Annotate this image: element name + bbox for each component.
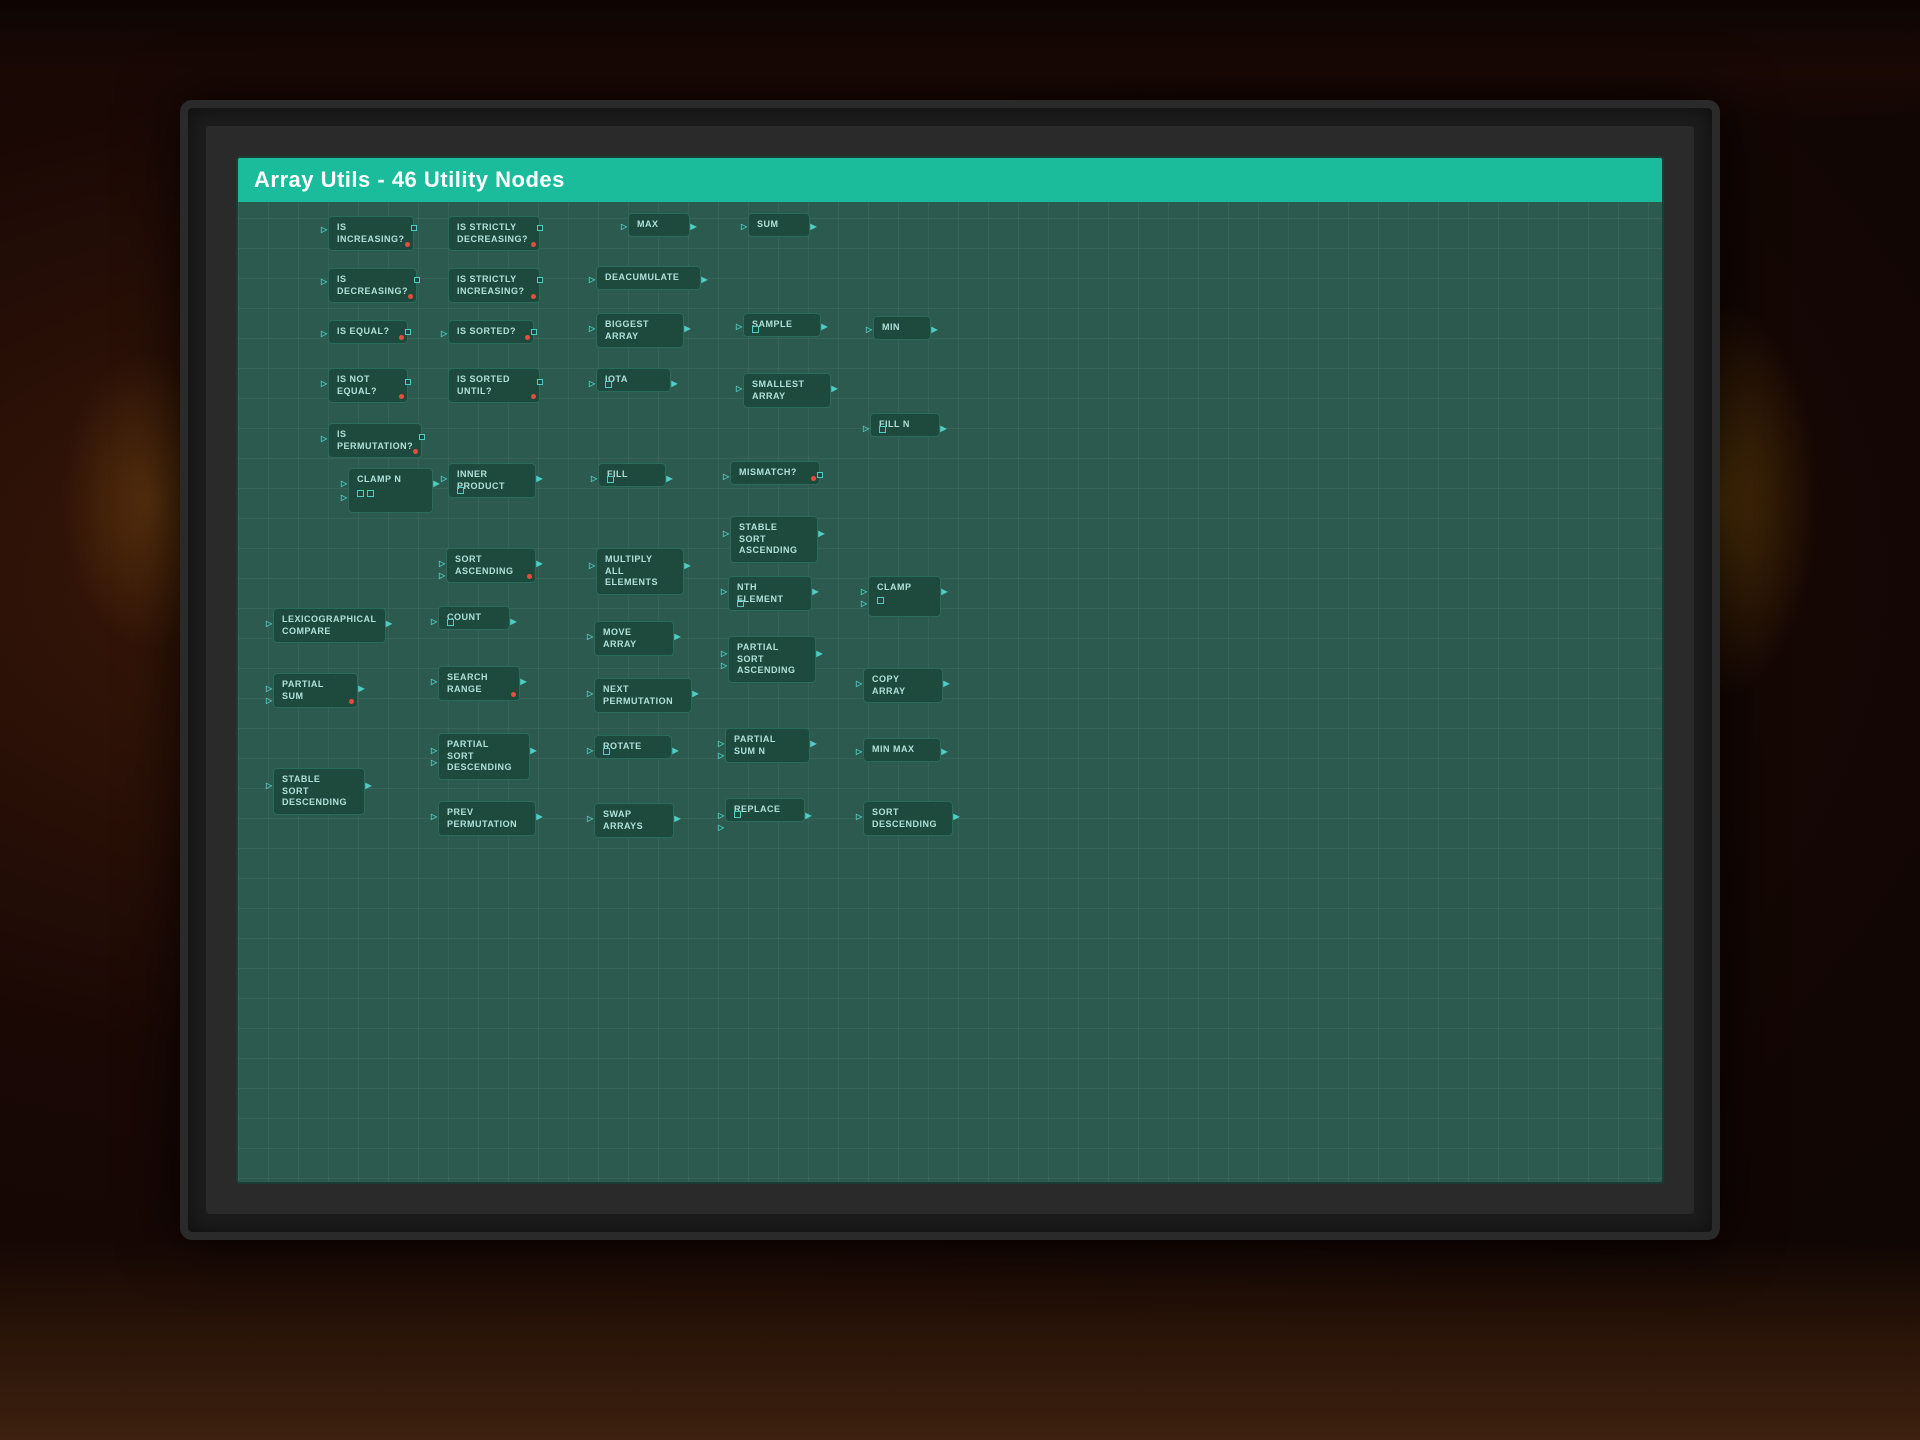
node-next-permutation[interactable]: ▷ NEXTPERMUTATION ▶ [594, 678, 692, 713]
node-copy-array[interactable]: ▷ COPYARRAY ▶ [863, 668, 943, 703]
node-clamp-n[interactable]: ▷ ▷ CLAMP N ▶ [348, 468, 433, 513]
node-sample[interactable]: ▷ SAMPLE ▶ [743, 313, 821, 337]
screen: Array Utils - 46 Utility Nodes ▷ ISINCRE… [206, 126, 1694, 1214]
monitor-frame: Array Utils - 46 Utility Nodes ▷ ISINCRE… [180, 100, 1720, 1240]
node-is-strictly-increasing[interactable]: IS STRICTLYINCREASING? [448, 268, 540, 303]
node-stable-sort-descending[interactable]: ▷ STABLESORTDESCENDING ▶ [273, 768, 365, 815]
node-clamp[interactable]: ▷ ▷ CLAMP ▶ [868, 576, 941, 617]
node-canvas[interactable]: Array Utils - 46 Utility Nodes ▷ ISINCRE… [236, 156, 1664, 1184]
node-max[interactable]: ▷ MAX ▶ [628, 213, 690, 237]
node-is-sorted-until[interactable]: IS SORTEDUNTIL? [448, 368, 540, 403]
node-partial-sum-n[interactable]: ▷ ▷ PARTIALSUM N ▶ [725, 728, 810, 763]
node-sum[interactable]: ▷ SUM ▶ [748, 213, 810, 237]
node-deacumulate[interactable]: ▷ DEACUMULATE ▶ [596, 266, 701, 290]
canvas-title: Array Utils - 46 Utility Nodes [254, 167, 565, 193]
node-sort-descending[interactable]: ▷ SORTDESCENDING ▶ [863, 801, 953, 836]
node-is-permutation[interactable]: ▷ ISPERMUTATION? [328, 423, 422, 458]
node-partial-sort-ascending[interactable]: ▷ ▷ PARTIALSORTASCENDING ▶ [728, 636, 816, 683]
node-is-increasing[interactable]: ▷ ISINCREASING? [328, 216, 414, 251]
node-nth-element[interactable]: ▷ NTHELEMENT ▶ [728, 576, 812, 611]
node-is-sorted[interactable]: ▷ IS SORTED? [448, 320, 534, 344]
node-sort-ascending[interactable]: ▷ ▷ SORTASCENDING ▶ [446, 548, 536, 583]
node-smallest-array[interactable]: ▷ SMALLESTARRAY ▶ [743, 373, 831, 408]
node-is-strictly-decreasing[interactable]: IS STRICTLYDECREASING? [448, 216, 540, 251]
node-partial-sum[interactable]: ▷ ▷ PARTIALSUM ▶ [273, 673, 358, 708]
node-min-max[interactable]: ▷ MIN MAX ▶ [863, 738, 941, 762]
node-iota[interactable]: ▷ IOTA ▶ [596, 368, 671, 392]
node-lexicographical-compare[interactable]: ▷ LEXICOGRAPHICALCOMPARE ▶ [273, 608, 386, 643]
node-move-array[interactable]: ▷ MOVEARRAY ▶ [594, 621, 674, 656]
node-partial-sort-descending[interactable]: ▷ ▷ PARTIALSORTDESCENDING ▶ [438, 733, 530, 780]
node-is-not-equal[interactable]: ▷ IS NOTEQUAL? [328, 368, 408, 403]
node-count[interactable]: ▷ COUNT ▶ [438, 606, 510, 630]
node-search-range[interactable]: ▷ SEARCHRANGE ▶ [438, 666, 520, 701]
node-is-decreasing[interactable]: ▷ ISDECREASING? [328, 268, 417, 303]
node-multiply-all-elements[interactable]: ▷ MULTIPLYALLELEMENTS ▶ [596, 548, 684, 595]
node-prev-permutation[interactable]: ▷ PREVPERMUTATION ▶ [438, 801, 536, 836]
node-swap-arrays[interactable]: ▷ SWAPARRAYS ▶ [594, 803, 674, 838]
floor [0, 1240, 1920, 1440]
canvas-header: Array Utils - 46 Utility Nodes [238, 158, 1662, 202]
node-biggest-array[interactable]: ▷ BIGGESTARRAY ▶ [596, 313, 684, 348]
node-fill[interactable]: ▷ FILL ▶ [598, 463, 666, 487]
node-fill-n[interactable]: ▷ FILL N ▶ [870, 413, 940, 437]
node-inner-product[interactable]: ▷ INNERPRODUCT ▶ [448, 463, 536, 498]
node-stable-sort-ascending[interactable]: ▷ STABLESORTASCENDING ▶ [730, 516, 818, 563]
node-is-equal[interactable]: ▷ IS EQUAL? [328, 320, 408, 344]
node-replace[interactable]: ▷ ▷ REPLACE ▶ [725, 798, 805, 822]
node-min[interactable]: ▷ MIN ▶ [873, 316, 931, 340]
node-rotate[interactable]: ▷ ROTATE ▶ [594, 735, 672, 759]
node-mismatch[interactable]: ▷ MISMATCH? [730, 461, 820, 485]
